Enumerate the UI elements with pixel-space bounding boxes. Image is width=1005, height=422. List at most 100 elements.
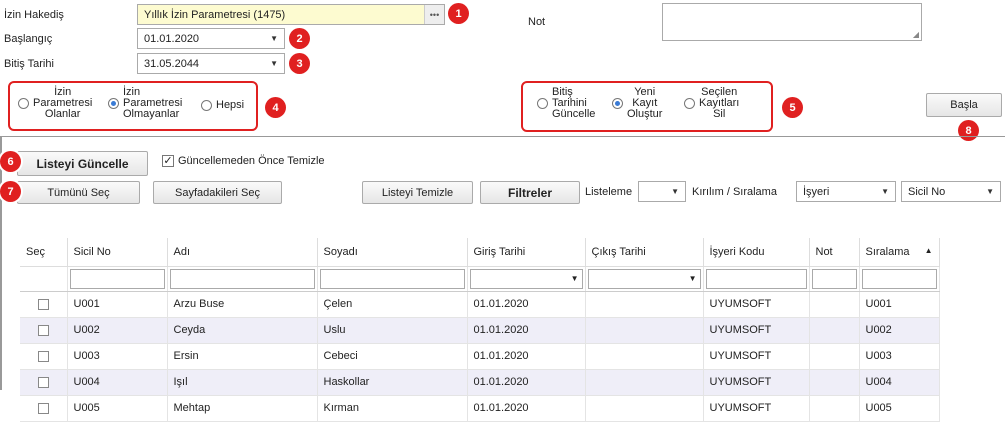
cell-sicil-no: U002 [67,317,168,344]
guncellemeden-once-temizle-checkbox[interactable]: ✓ Güncellemeden Önce Temizle [162,155,325,167]
lookup-ellipsis-icon[interactable]: ••• [424,5,444,24]
filter-isyeri-kodu-input[interactable] [705,268,807,289]
cell-sicil-no: U005 [67,395,168,422]
not-label: Not [528,16,546,28]
filter-cikis-tarihi-select[interactable]: ▼ [587,268,701,289]
filter-soyadi-input[interactable] [319,268,465,289]
listeyi-temizle-button[interactable]: Listeyi Temizle [362,181,473,204]
radio-label: Hepsi [216,99,245,111]
radio-secilen-kayitlari-sil[interactable]: Seçilen Kayıtları Sil [684,87,739,120]
cell-siralama: U002 [859,317,940,344]
cell-not [809,291,860,318]
cell-cikis-tarihi [585,291,704,318]
filter-giris-tarihi-select[interactable]: ▼ [469,268,583,289]
column-header-cikis-tarihi[interactable]: Çıkış Tarihi [585,238,704,267]
listeyi-guncelle-button[interactable]: Listeyi Güncelle [17,151,148,176]
radio-hepsi[interactable]: Hepsi [201,100,244,111]
row-select-checkbox[interactable] [37,298,49,310]
employee-grid: Seç Sicil No Adı Soyadı Giriş Tarihi Çık… [20,238,940,422]
filter-adi-input[interactable] [169,268,315,289]
filtreler-button[interactable]: Filtreler [480,181,580,204]
row-select-checkbox[interactable] [37,324,49,336]
not-textarea[interactable]: ◢ [662,3,922,41]
cell-adi: Ersin [167,343,318,370]
column-header-siralama[interactable]: Sıralama ▲ [859,238,940,267]
basla-button[interactable]: Başla [926,93,1002,117]
cell-not [809,395,860,422]
chevron-down-icon: ▼ [570,274,579,283]
cell-soyadi: Kırman [317,395,468,422]
cell-soyadi: Cebeci [317,343,468,370]
bitis-date-select[interactable]: 31.05.2044 ▼ [137,53,285,74]
cell-sicil-no: U001 [67,291,168,318]
radio-icon [612,98,623,109]
cell-giris-tarihi: 01.01.2020 [467,291,586,318]
sayfadakileri-sec-button[interactable]: Sayfadakileri Seç [153,181,282,204]
grid-filter-row: ▼ ▼ [20,266,940,292]
listeleme-label: Listeleme [585,186,633,198]
cell-cikis-tarihi [585,317,704,344]
radio-bitis-tarihini-guncelle[interactable]: Bitiş Tarihini Güncelle [537,87,595,120]
cell-isyeri-kodu: UYUMSOFT [703,395,810,422]
siralama-select[interactable]: Sicil No ▼ [901,181,1001,202]
cell-giris-tarihi: 01.01.2020 [467,317,586,344]
radio-icon [201,100,212,111]
filter-sicil-no-input[interactable] [69,268,165,289]
kirilim-select[interactable]: İşyeri ▼ [796,181,896,202]
table-row[interactable]: U003 Ersin Cebeci 01.01.2020 UYUMSOFT U0… [20,343,940,370]
table-row[interactable]: U001 Arzu Buse Çelen 01.01.2020 UYUMSOFT… [20,291,940,318]
filter-not-input[interactable] [811,268,857,289]
baslangic-value: 01.01.2020 [144,32,200,45]
callout-badge-7: 7 [0,181,21,202]
radio-icon [537,98,548,109]
cell-cikis-tarihi [585,369,704,396]
chevron-down-icon: ▼ [671,187,679,196]
cell-not [809,343,860,370]
tumunu-sec-button[interactable]: Tümünü Seç [17,181,140,204]
cell-siralama: U005 [859,395,940,422]
cell-not [809,369,860,396]
column-header-label: Sıralama [865,245,910,258]
left-border [0,136,2,390]
cell-siralama: U004 [859,369,940,396]
radio-izin-parametresi-olmayanlar[interactable]: İzin Parametresi Olmayanlar [108,87,182,120]
table-row[interactable]: U005 Mehtap Kırman 01.01.2020 UYUMSOFT U… [20,395,940,422]
table-row[interactable]: U004 Işıl Haskollar 01.01.2020 UYUMSOFT … [20,369,940,396]
filter-siralama-input[interactable] [861,268,937,289]
callout-badge-8: 8 [958,120,979,141]
izin-hakedis-field[interactable]: Yıllık İzin Parametresi (1475) ••• [137,4,445,25]
column-header-not[interactable]: Not [809,238,860,267]
baslangic-label: Başlangıç [4,33,53,45]
cell-isyeri-kodu: UYUMSOFT [703,317,810,344]
table-row[interactable]: U002 Ceyda Uslu 01.01.2020 UYUMSOFT U002 [20,317,940,344]
column-header-isyeri-kodu[interactable]: İşyeri Kodu [703,238,810,267]
cell-sicil-no: U003 [67,343,168,370]
row-select-checkbox[interactable] [37,376,49,388]
cell-adi: Ceyda [167,317,318,344]
bitis-tarihi-label: Bitiş Tarihi [4,58,54,70]
cell-cikis-tarihi [585,343,704,370]
cell-giris-tarihi: 01.01.2020 [467,369,586,396]
baslangic-date-select[interactable]: 01.01.2020 ▼ [137,28,285,49]
column-header-giris-tarihi[interactable]: Giriş Tarihi [467,238,586,267]
row-select-checkbox[interactable] [37,350,49,362]
grid-header-row: Seç Sicil No Adı Soyadı Giriş Tarihi Çık… [20,238,940,267]
radio-yeni-kayit-olustur[interactable]: Yeni Kayıt Oluştur [612,87,662,120]
kirilim-siralama-label: Kırılım / Sıralama [692,186,777,198]
resize-handle-icon[interactable]: ◢ [913,30,919,39]
row-select-checkbox[interactable] [37,402,49,414]
radio-icon [684,98,695,109]
listeleme-select[interactable]: ▼ [638,181,686,202]
izin-hakedis-value: Yıllık İzin Parametresi (1475) [144,8,286,21]
radio-label: Olanlar [44,108,81,120]
column-header-adi[interactable]: Adı [167,238,318,267]
column-header-sec[interactable]: Seç [20,238,68,267]
column-header-sicil-no[interactable]: Sicil No [67,238,168,267]
column-header-soyadi[interactable]: Soyadı [317,238,468,267]
chevron-down-icon: ▼ [270,34,278,43]
section-divider [0,136,1005,137]
radio-izin-parametresi-olanlar[interactable]: İzin Parametresi Olanlar [18,87,92,120]
cell-adi: Mehtap [167,395,318,422]
radio-label: Oluştur [627,108,663,120]
chevron-down-icon: ▼ [688,274,697,283]
